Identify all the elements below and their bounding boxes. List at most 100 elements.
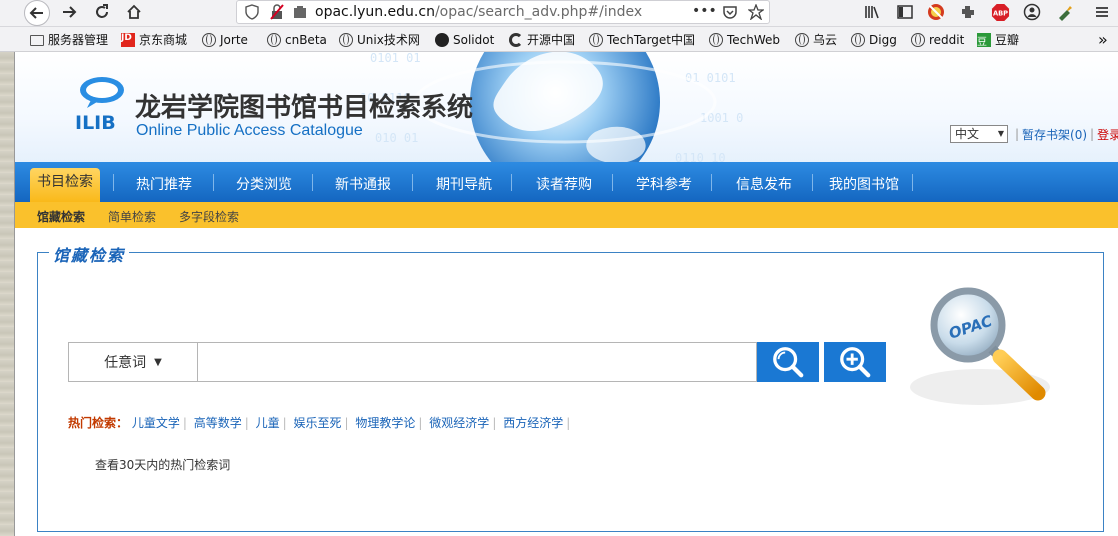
extension-brush-icon[interactable] <box>1055 2 1075 22</box>
page-info-icon[interactable] <box>292 4 308 20</box>
bookmark-star-icon[interactable] <box>748 4 764 20</box>
subnav-holdings-search[interactable]: 馆藏检索 <box>37 208 85 225</box>
nav-item-news[interactable]: 信息发布 <box>736 174 792 194</box>
home-button[interactable] <box>121 0 147 24</box>
svg-text:01 0101: 01 0101 <box>685 71 736 85</box>
bookmark-item[interactable]: JD 京东商城 <box>121 31 187 48</box>
nav-item-catalog-search[interactable]: 书目检索 <box>30 168 100 202</box>
site-title: 龙岩学院图书馆书目检索系统 <box>135 93 474 123</box>
forward-button[interactable] <box>56 0 82 24</box>
douban-icon: 豆 <box>977 32 991 48</box>
bookmark-item[interactable]: cnBeta <box>267 31 327 48</box>
search-panel-title: 馆藏检索 <box>49 242 130 266</box>
site-header: 0101 01 10 0110 010 01 01 0101 1001 0 0110 1… <box>15 52 1118 162</box>
nav-item-journals[interactable]: 期刊导航 <box>436 174 492 194</box>
hot-30-days-link[interactable]: 查看30天内的热门检索词 <box>95 456 230 473</box>
subnav-simple-search[interactable]: 简单检索 <box>108 208 156 225</box>
window-edge-strip <box>0 52 15 536</box>
shield-icon[interactable] <box>244 4 260 20</box>
insecure-lock-icon[interactable] <box>269 4 285 20</box>
svg-text:ILIB: ILIB <box>75 112 116 134</box>
hot-search-row: 热门检索： 儿童文学 | 高等数学 | 儿童 | 娱乐至死 | 物理教学论 | 微观经济学… <box>68 416 571 430</box>
globe-icon <box>911 32 925 47</box>
language-select[interactable]: 中文 <box>950 125 1008 143</box>
nav-item-subject[interactable]: 学科参考 <box>636 174 692 194</box>
nav-item-my-library[interactable]: 我的图书馆 <box>829 174 899 194</box>
search-type-dropdown[interactable]: 任意词 ▼ <box>68 342 198 382</box>
globe-icon <box>339 32 353 47</box>
shelf-link[interactable]: 暂存书架(0) <box>1022 126 1087 143</box>
nav-item-hot[interactable]: 热门推荐 <box>136 174 192 194</box>
globe-icon <box>795 32 809 47</box>
extension-icon[interactable] <box>958 2 978 22</box>
main-nav: 书目检索 热门推荐 分类浏览 新书通报 期刊导航 读者荐购 学科参考 信息发布 … <box>15 162 1118 202</box>
bookmark-item[interactable]: 豆豆瓣 <box>977 31 1019 48</box>
solidot-icon <box>435 32 449 47</box>
nav-item-new-books[interactable]: 新书通报 <box>335 174 391 194</box>
account-icon[interactable] <box>1022 2 1042 22</box>
back-arrow-icon <box>29 7 43 19</box>
noscript-icon[interactable] <box>926 2 946 22</box>
folder-icon <box>30 35 44 46</box>
bookmark-item[interactable]: 开源中国 <box>509 31 575 48</box>
caret-down-icon: ▼ <box>154 356 162 368</box>
subnav-multi-field-search[interactable]: 多字段检索 <box>179 208 239 225</box>
url-bar[interactable]: opac.lyun.edu.cn/opac/search_adv.php#/in… <box>236 0 770 24</box>
svg-text:010 01: 010 01 <box>375 131 418 145</box>
svg-text:ABP: ABP <box>992 9 1007 17</box>
sub-nav: 馆藏检索 简单检索 多字段检索 <box>15 202 1118 228</box>
pocket-icon[interactable] <box>722 4 738 20</box>
library-icon[interactable] <box>862 2 882 22</box>
bookmark-item[interactable]: Unix技术网 <box>339 31 420 48</box>
hot-term-link[interactable]: 儿童文学 <box>132 416 180 430</box>
globe-icon <box>267 32 281 47</box>
jd-icon: JD <box>121 32 135 47</box>
search-icon <box>773 347 804 378</box>
url-text: opac.lyun.edu.cn/opac/search_adv.php#/in… <box>315 4 643 20</box>
hot-term-link[interactable]: 儿童 <box>256 416 280 430</box>
page-actions-menu[interactable]: ••• <box>692 3 717 19</box>
home-icon <box>127 4 141 19</box>
adblock-icon[interactable]: ABP <box>990 2 1010 22</box>
search-input[interactable] <box>197 342 757 382</box>
advanced-search-button[interactable] <box>824 342 886 382</box>
search-button[interactable] <box>757 342 819 382</box>
hot-term-link[interactable]: 高等数学 <box>194 416 242 430</box>
bookmarks-toolbar: 服务器管理 JD 京东商城 Jorte cnBeta Unix技术网 Solido… <box>0 27 1118 52</box>
reload-button[interactable] <box>89 0 115 24</box>
bookmark-item[interactable]: Jorte <box>202 31 248 48</box>
forward-arrow-icon <box>63 6 77 18</box>
hot-term-link[interactable]: 西方经济学 <box>503 416 563 430</box>
globe-icon <box>202 32 216 47</box>
svg-text:0110 10: 0110 10 <box>675 151 726 162</box>
bookmark-item[interactable]: TechWeb <box>709 31 780 48</box>
nav-item-recommend[interactable]: 读者荐购 <box>536 174 592 194</box>
zoom-plus-icon <box>840 347 871 378</box>
opac-page: 0101 01 10 0110 010 01 01 0101 1001 0 0110 1… <box>15 52 1118 536</box>
hamburger-menu-icon[interactable] <box>1092 2 1112 22</box>
hot-term-link[interactable]: 物理教学论 <box>355 416 415 430</box>
bookmark-item[interactable]: TechTarget中国 <box>589 31 695 48</box>
globe-icon <box>589 32 603 47</box>
ilib-logo: ILIB <box>75 77 124 134</box>
bookmark-item[interactable]: Digg <box>851 31 897 48</box>
reload-icon <box>96 4 108 18</box>
bookmark-item[interactable]: reddit <box>911 31 964 48</box>
site-subtitle: Online Public Access Catalogue <box>136 122 363 139</box>
svg-text:1001 0: 1001 0 <box>700 111 743 125</box>
bookmark-item[interactable]: 乌云 <box>795 31 837 48</box>
hot-search-label: 热门检索： <box>68 416 129 430</box>
bookmarks-overflow-chevron-icon[interactable]: » <box>1098 30 1108 49</box>
browser-toolbar: opac.lyun.edu.cn/opac/search_adv.php#/in… <box>0 0 1118 27</box>
hot-term-link[interactable]: 微观经济学 <box>429 416 489 430</box>
bookmark-item[interactable]: 服务器管理 <box>30 31 108 48</box>
sidebar-icon[interactable] <box>895 2 915 22</box>
login-link[interactable]: 登录 <box>1097 126 1118 143</box>
bookmark-item[interactable]: Solidot <box>435 31 494 48</box>
globe-icon <box>709 32 723 47</box>
hot-term-link[interactable]: 娱乐至死 <box>294 416 342 430</box>
back-button[interactable] <box>24 0 50 26</box>
header-tools: 中文 | 暂存书架(0) | 登录 <box>950 125 1118 143</box>
nav-item-browse[interactable]: 分类浏览 <box>236 174 292 194</box>
oschina-icon <box>509 32 523 47</box>
